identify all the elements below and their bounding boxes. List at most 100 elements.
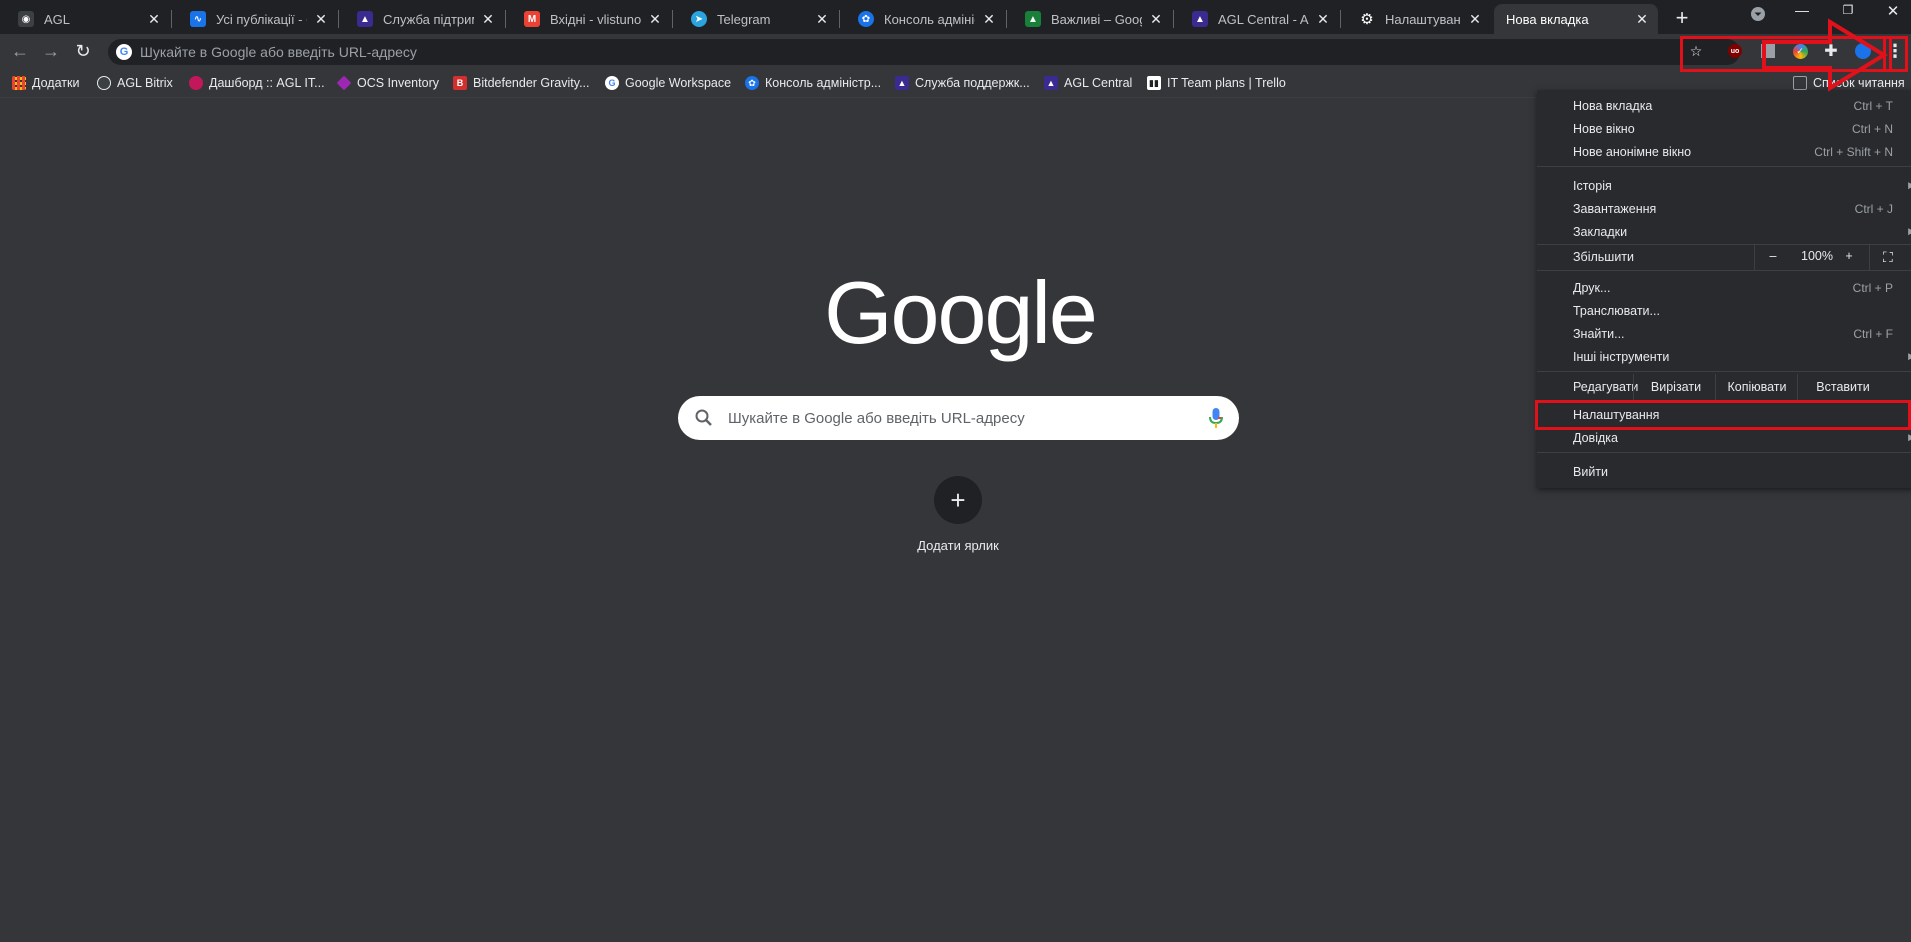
menu-incognito-window[interactable]: Нове анонімне вікно Ctrl + Shift + N <box>1537 140 1911 163</box>
tab-title: Telegram <box>717 11 771 27</box>
close-tab-icon[interactable]: ✕ <box>146 11 162 27</box>
bookmark-label: AGL Bitrix <box>117 76 173 90</box>
bookmark-label: OCS Inventory <box>357 76 439 90</box>
bookmark-trello[interactable]: ▮▮ IT Team plans | Trello <box>1147 75 1286 91</box>
forward-arrow-icon[interactable]: → <box>40 41 62 61</box>
tab-title: Налаштування <box>1385 11 1461 27</box>
bookmark-admin-console[interactable]: ✿ Консоль адміністр... <box>745 75 881 91</box>
fullscreen-icon[interactable]: ⛶ <box>1883 249 1893 266</box>
bookmark-google-workspace[interactable]: G Google Workspace <box>605 75 731 91</box>
tab-title: Вхідні - vlistunov@ <box>550 11 641 27</box>
bookmark-label: Консоль адміністр... <box>765 76 882 90</box>
microphone-icon[interactable] <box>1209 407 1223 429</box>
bookmark-label: Bitdefender Gravity... <box>473 76 590 90</box>
bookmark-label: Google Workspace <box>625 76 732 90</box>
edit-label: Редагувати <box>1573 380 1639 394</box>
bookmark-ocs-inventory[interactable]: OCS Inventory <box>336 75 439 91</box>
gmail-favicon-icon: M <box>524 11 540 27</box>
tab-title: Консоль адміністр <box>884 11 975 27</box>
menu-zoom-row: Збільшити – 100% + ⛶ <box>1537 244 1911 270</box>
bookmark-label: Додатки <box>32 76 80 90</box>
tab-settings[interactable]: ⚙ Налаштування ✕ <box>1341 4 1491 34</box>
bookmark-label: Дашборд :: AGL IT... <box>209 76 325 90</box>
tab-telegram[interactable]: ➤ Telegram ✕ <box>673 4 838 34</box>
tab-title: Нова вкладка <box>1506 11 1589 27</box>
close-tab-icon[interactable]: ✕ <box>313 11 329 27</box>
google-g-icon: G <box>116 44 132 60</box>
paste-button[interactable]: Вставити <box>1799 380 1887 394</box>
bookmark-label: Служба поддержк... <box>915 76 1030 90</box>
gear-icon: ⚙ <box>1360 11 1374 28</box>
close-tab-icon[interactable]: ✕ <box>480 11 496 27</box>
bookmark-support-service[interactable]: ▲ Служба поддержк... <box>895 75 1030 91</box>
tab-new-tab-active[interactable]: Нова вкладка ✕ <box>1494 4 1658 34</box>
apps-grid-icon <box>12 76 26 90</box>
add-shortcut-button[interactable]: + <box>934 476 982 524</box>
admin-console-icon: ✿ <box>745 76 759 90</box>
back-arrow-icon[interactable]: ← <box>9 41 31 61</box>
zoom-in-button[interactable]: + <box>1837 249 1861 263</box>
close-tab-icon[interactable]: ✕ <box>1467 11 1483 27</box>
copy-button[interactable]: Копіювати <box>1717 380 1797 394</box>
close-tab-icon[interactable]: ✕ <box>1148 11 1164 27</box>
annotation-settings-box <box>1535 400 1911 430</box>
menu-cast[interactable]: Транслювати... <box>1537 299 1911 322</box>
tab-agl-central[interactable]: ▲ AGL Central - AGL ✕ <box>1174 4 1339 34</box>
bookmark-agl-bitrix[interactable]: AGL Bitrix <box>97 75 173 91</box>
bookmark-apps[interactable]: Додатки <box>12 75 79 91</box>
minimize-icon[interactable]: — <box>1787 2 1817 18</box>
bookmark-label: AGL Central <box>1064 76 1133 90</box>
dashboard-icon <box>189 76 203 90</box>
omnibox-input[interactable] <box>140 42 1440 62</box>
agl-central-favicon-icon: ▲ <box>1192 11 1208 27</box>
tab-google-drive[interactable]: ▲ Важливі – Google ✕ <box>1007 4 1172 34</box>
telegram-favicon-icon: ➤ <box>691 11 707 27</box>
omnibox[interactable]: G <box>108 39 1740 65</box>
bookmark-bitdefender[interactable]: B Bitdefender Gravity... <box>453 75 590 91</box>
menu-downloads[interactable]: Завантаження Ctrl + J <box>1537 197 1911 220</box>
tab-publications[interactable]: ∿ Усі публікації - Cu ✕ <box>172 4 337 34</box>
new-tab-plus-icon[interactable]: + <box>1670 5 1694 30</box>
zoom-value: 100% <box>1801 249 1833 263</box>
tab-title: AGL Central - AGL <box>1218 11 1309 27</box>
google-g-icon: G <box>605 76 619 90</box>
tab-agl[interactable]: ◉ AGL ✕ <box>0 4 170 34</box>
close-tab-icon[interactable]: ✕ <box>814 11 830 27</box>
cut-button[interactable]: Вирізати <box>1637 380 1715 394</box>
restore-icon[interactable]: ❐ <box>1833 3 1863 17</box>
zoom-out-button[interactable]: – <box>1761 249 1785 263</box>
bookmark-agl-central[interactable]: ▲ AGL Central <box>1044 75 1132 91</box>
menu-new-window[interactable]: Нове вікно Ctrl + N <box>1537 117 1911 140</box>
search-input[interactable] <box>728 408 1168 428</box>
menu-edit-row: Редагувати Вирізати Копіювати Вставити <box>1537 374 1911 400</box>
menu-print[interactable]: Друк... Ctrl + P <box>1537 276 1911 299</box>
tab-admin-console[interactable]: ✿ Консоль адміністр ✕ <box>840 4 1005 34</box>
bookmark-label: IT Team plans | Trello <box>1167 76 1286 90</box>
bookmark-dashboard[interactable]: Дашборд :: AGL IT... <box>189 75 325 91</box>
search-box[interactable] <box>678 396 1239 440</box>
support-icon: ▲ <box>895 76 909 90</box>
drive-favicon-icon: ▲ <box>1025 11 1041 27</box>
close-tab-icon[interactable]: ✕ <box>647 11 663 27</box>
toolbar: ← → ↻ G ☆ uo ✓ ✚ ⋮ <box>0 34 1911 68</box>
menu-bookmarks[interactable]: Закладки▶ <box>1537 220 1911 243</box>
bitdefender-icon: B <box>453 76 467 90</box>
menu-history[interactable]: Історія▶ <box>1537 174 1911 197</box>
close-tab-icon[interactable]: ✕ <box>1315 11 1331 27</box>
close-tab-icon[interactable]: ✕ <box>1634 11 1650 27</box>
trello-icon: ▮▮ <box>1147 76 1161 90</box>
tab-gmail[interactable]: M Вхідні - vlistunov@ ✕ <box>506 4 671 34</box>
menu-exit[interactable]: Вийти <box>1537 460 1911 483</box>
close-tab-icon[interactable]: ✕ <box>981 11 997 27</box>
menu-find[interactable]: Знайти... Ctrl + F <box>1537 322 1911 345</box>
menu-new-tab[interactable]: Нова вкладка Ctrl + T <box>1537 94 1911 117</box>
tab-support[interactable]: ▲ Служба підтримки ✕ <box>339 4 504 34</box>
agl-central-icon: ▲ <box>1044 76 1058 90</box>
admin-console-favicon-icon: ✿ <box>858 11 874 27</box>
google-logo: Google <box>824 263 1098 362</box>
plus-icon: + <box>950 484 966 515</box>
annotation-arrow-icon <box>1762 18 1888 92</box>
reload-icon[interactable]: ↻ <box>72 41 94 61</box>
confluence-favicon-icon: ∿ <box>190 11 206 27</box>
menu-more-tools[interactable]: Інші інструменти▶ <box>1537 345 1911 368</box>
